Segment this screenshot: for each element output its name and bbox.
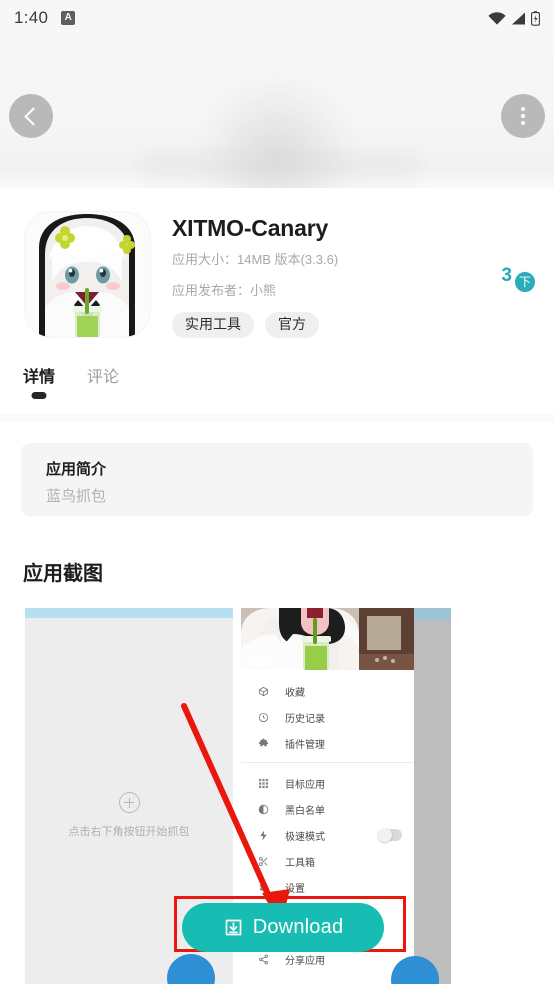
menu-item-toolbox[interactable]: 工具箱 [241,848,414,874]
tab-details[interactable]: 详情 [23,356,56,399]
menu-item-target-apps[interactable]: 目标应用 [241,770,414,796]
menu-item-plugins[interactable]: 插件管理 [241,730,414,756]
status-icons [488,10,540,26]
status-app-badge-icon: A [61,11,76,25]
scissors-icon [255,856,272,867]
menu-item-toolbox-label: 工具箱 [285,857,315,869]
tab-details-label: 详情 [23,369,56,386]
menu-item-blacklist[interactable]: 黑白名单 [241,796,414,822]
clock-icon [255,712,272,723]
drawer-watermark: 高级版 [247,657,271,666]
box-icon [255,686,272,697]
screenshot-2-appbar [413,608,451,620]
app-title: XITMO-Canary [172,215,329,241]
gear-icon [255,882,272,893]
grid-icon [255,778,272,789]
menu-item-plugins-label: 插件管理 [285,739,325,751]
tab-bar: 详情 评论 [0,356,554,414]
screenshot-1-empty-state: 点击右下角按钮开始抓包 [25,792,233,839]
menu-item-target-apps-label: 目标应用 [285,779,325,791]
battery-icon [531,10,540,26]
menu-item-share-label: 分享应用 [285,955,325,967]
download-count: 3 [501,265,512,286]
menu-item-blacklist-label: 黑白名单 [285,805,325,817]
menu-item-history[interactable]: 历史记录 [241,704,414,730]
app-tags: 实用工具 官方 [172,311,534,339]
tab-reviews-label: 评论 [87,369,120,386]
app-size-version: 应用大小：14MB 版本(3.3.6) [172,252,339,268]
download-icon [225,919,242,936]
download-button-label: Download [252,916,344,938]
banner-blur-strip [140,154,420,188]
download-count-badge[interactable]: 3 下 [501,266,537,294]
status-bar: 1:40 A [0,0,554,36]
plus-circle-icon [118,792,140,813]
menu-item-history-label: 历史记录 [285,713,325,725]
app-icon [25,212,150,337]
description-title: 应用简介 [46,461,107,478]
speed-mode-toggle[interactable] [378,828,402,842]
app-icon-artwork [25,212,150,337]
menu-divider [241,762,414,763]
screenshot-1-hint: 点击右下角按钮开始抓包 [68,826,190,838]
tab-reviews[interactable]: 评论 [87,356,119,387]
puzzle-icon [255,737,272,749]
back-chevron-icon [23,106,43,126]
signal-icon [512,12,525,24]
screenshot-1-appbar [25,608,233,618]
menu-item-favorites[interactable]: 收藏 [241,678,414,704]
drawer-header-image: 高级版 [241,608,414,670]
app-detail-screen: 1:40 A XITMO-Canary 应用大小：14MB 版本(3.3.6) … [0,0,554,984]
screenshot-1-fab [167,954,215,984]
description-card[interactable]: 应用简介 蓝鸟抓包 [21,443,533,516]
app-info-section: XITMO-Canary 应用大小：14MB 版本(3.3.6) 应用发布者：小… [0,188,554,350]
share-icon [255,954,272,965]
download-badge-icon: 下 [513,270,537,294]
tab-divider [0,413,554,421]
menu-item-speed-mode[interactable]: 极速模式 [241,822,414,848]
download-button[interactable]: Download [182,903,384,952]
app-tag-official[interactable]: 官方 [265,311,319,339]
app-publisher: 应用发布者：小熊 [172,282,277,298]
status-time: 1:40 [14,8,49,27]
app-banner [0,36,554,188]
menu-item-speed-mode-label: 极速模式 [285,831,325,843]
app-meta: XITMO-Canary 应用大小：14MB 版本(3.3.6) 应用发布者：小… [150,212,534,350]
back-button[interactable] [9,94,53,138]
menu-item-favorites-label: 收藏 [285,687,305,699]
menu-item-settings-label: 设置 [285,883,305,895]
lightning-icon [255,829,272,841]
contrast-icon [255,804,272,815]
wifi-icon [488,11,506,25]
more-options-button[interactable] [501,94,545,138]
screenshots-heading: 应用截图 [23,563,103,585]
description-body: 蓝鸟抓包 [46,488,107,505]
tab-active-indicator [31,392,47,399]
overflow-menu-icon [521,107,525,125]
app-tag-utility[interactable]: 实用工具 [172,311,254,339]
